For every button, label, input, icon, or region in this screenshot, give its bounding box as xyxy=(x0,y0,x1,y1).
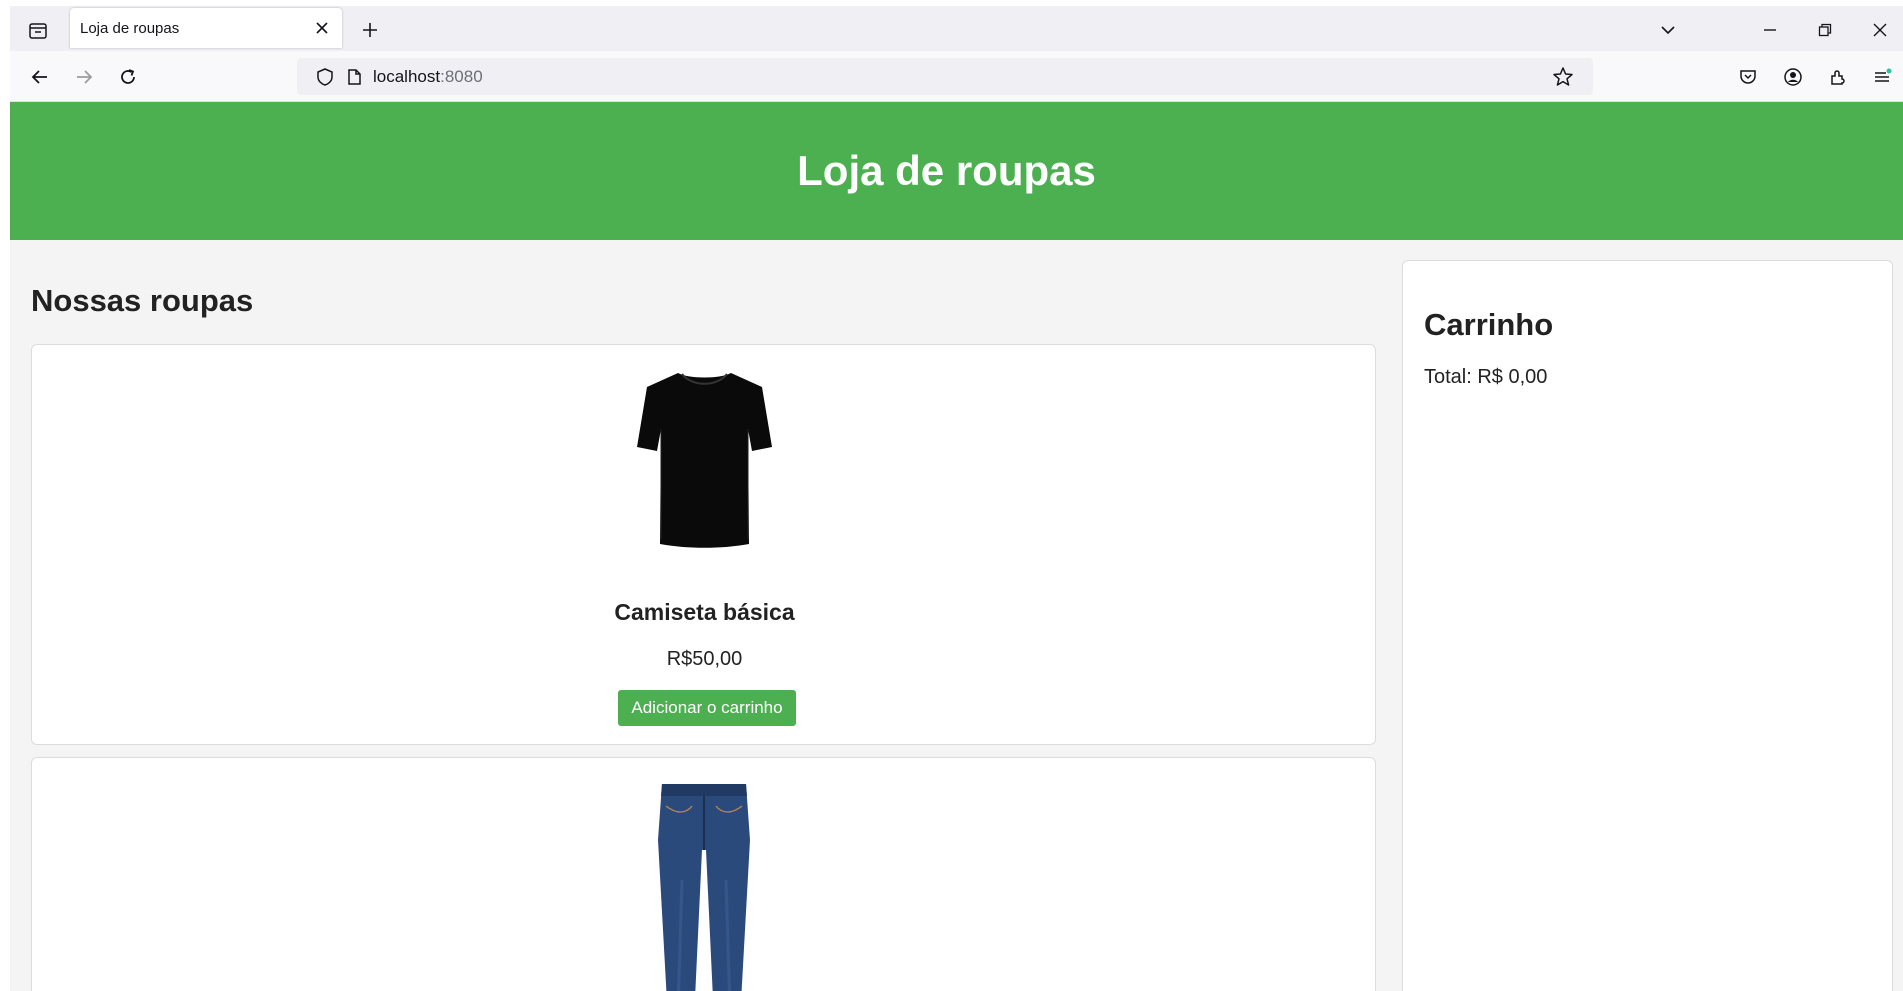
site-title: Loja de roupas xyxy=(797,147,1096,194)
extensions-icon[interactable] xyxy=(1822,61,1854,93)
restore-icon[interactable] xyxy=(1807,12,1843,48)
reload-icon[interactable] xyxy=(110,59,146,95)
cart-total-label: Total: xyxy=(1424,366,1478,388)
product-card xyxy=(31,757,1376,991)
cart-total-value: R$ 0,00 xyxy=(1477,366,1548,388)
product-price: R$50,00 xyxy=(666,648,743,670)
new-tab-icon[interactable] xyxy=(354,14,386,46)
address-bar[interactable]: localhost:8080 xyxy=(297,58,1593,95)
page-icon[interactable] xyxy=(341,64,367,90)
site-header: Loja de roupas xyxy=(10,102,1903,240)
url-host: localhost xyxy=(373,67,441,86)
close-window-icon[interactable] xyxy=(1862,12,1898,48)
tab-title: Loja de roupas xyxy=(80,19,180,37)
cart-panel: Carrinho Total: R$ 0,00 xyxy=(1402,260,1893,991)
browser-nav-bar: localhost:8080 xyxy=(10,51,1903,102)
page-content: Loja de roupas Nossas roupas Camiseta bá… xyxy=(10,102,1903,991)
cart-total: Total: R$ 0,00 xyxy=(1424,366,1547,389)
cart-title: Carrinho xyxy=(1424,307,1554,342)
forward-arrow-icon[interactable] xyxy=(66,59,102,95)
minimize-icon[interactable] xyxy=(1752,12,1788,48)
menu-icon[interactable] xyxy=(1866,61,1898,93)
product-name: Camiseta básica xyxy=(614,599,795,625)
browser-tab-bar: Loja de roupas xyxy=(10,6,1903,51)
browser-tab[interactable]: Loja de roupas xyxy=(70,8,342,48)
account-icon[interactable] xyxy=(1777,61,1809,93)
shield-icon[interactable] xyxy=(312,64,338,90)
black-tshirt-image xyxy=(637,373,772,548)
products-heading: Nossas roupas xyxy=(31,283,254,318)
bookmark-star-icon[interactable] xyxy=(1550,64,1576,90)
url-text[interactable]: localhost:8080 xyxy=(373,67,483,87)
url-port: :8080 xyxy=(440,67,483,86)
blue-jeans-image xyxy=(658,784,750,991)
pocket-icon[interactable] xyxy=(1732,61,1764,93)
chevron-down-icon[interactable] xyxy=(1650,12,1686,48)
tab-list-icon[interactable] xyxy=(18,12,58,50)
back-arrow-icon[interactable] xyxy=(22,59,58,95)
product-card: Camiseta básica R$50,00 Adicionar o carr… xyxy=(31,344,1376,745)
close-tab-icon[interactable] xyxy=(310,16,334,40)
add-to-cart-button[interactable]: Adicionar o carrinho xyxy=(618,690,796,726)
